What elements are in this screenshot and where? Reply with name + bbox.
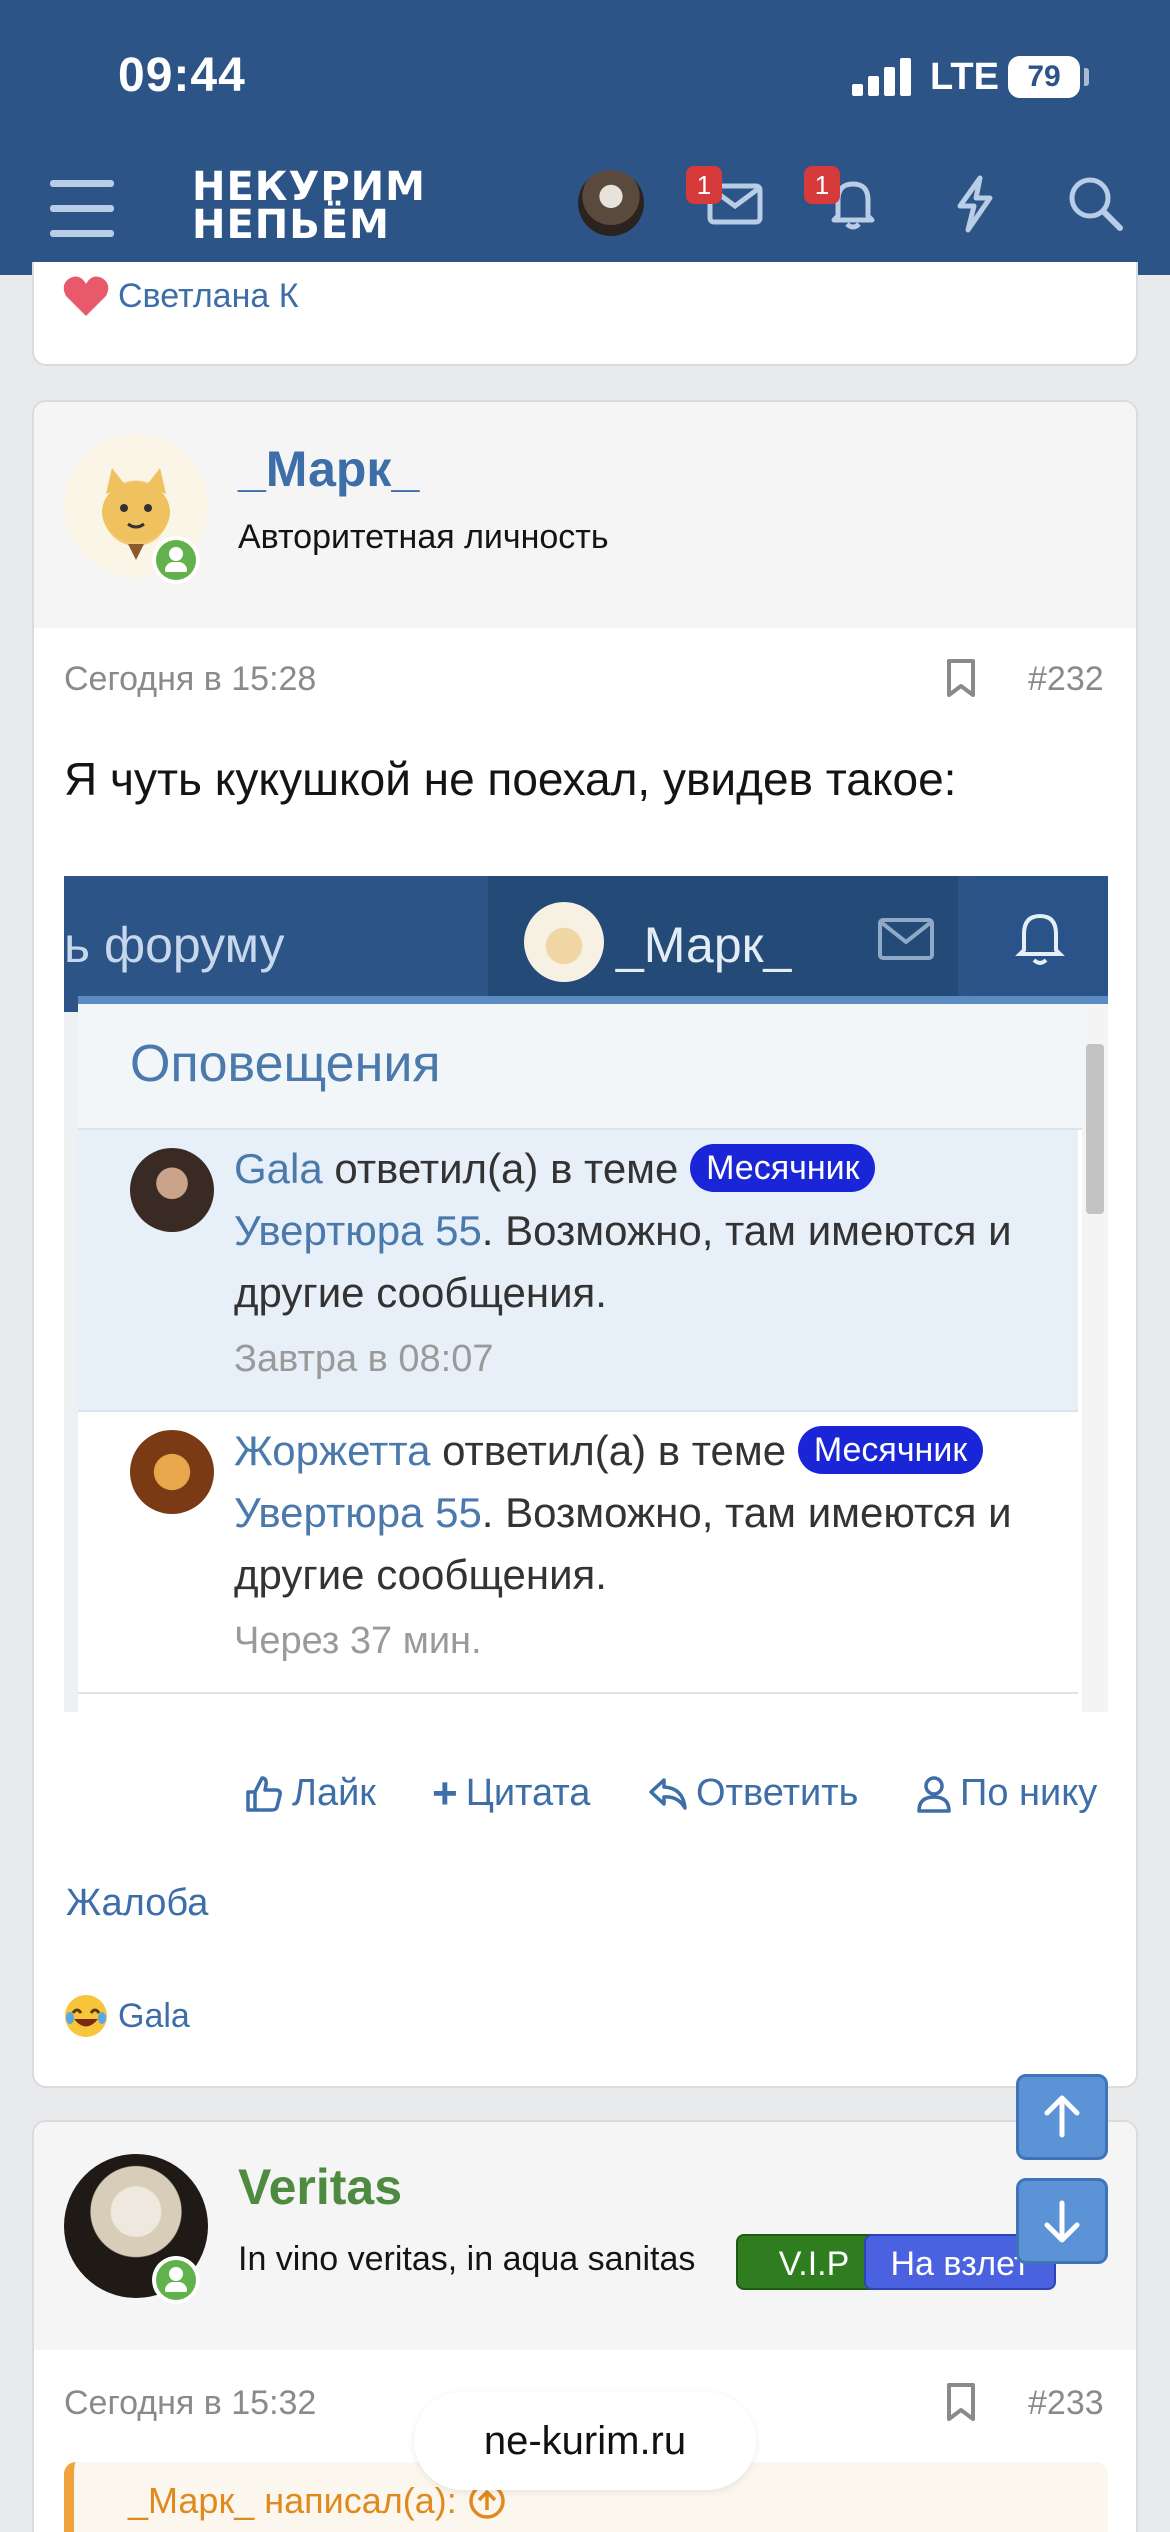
author-username[interactable]: Veritas: [238, 2158, 402, 2216]
bookmark-icon[interactable]: [944, 2382, 978, 2427]
site-logo[interactable]: НЕКУРИМ НЕПЬЁМ: [192, 164, 426, 248]
bookmark-icon[interactable]: [944, 658, 978, 703]
post-author-block: Veritas In vino veritas, in aqua sanitas…: [34, 2122, 1136, 2350]
user-avatar[interactable]: [578, 170, 644, 236]
screenshot-username: _Марк_: [616, 917, 792, 973]
post-date[interactable]: Сегодня в 15:28: [64, 660, 316, 699]
reaction-row: Светлана К: [62, 274, 299, 318]
network-type: LTE: [930, 56, 999, 98]
messages-badge: 1: [686, 166, 722, 204]
screenshot-notif-text: Gala ответил(а) в теме Месячник Увертюра …: [234, 1144, 1012, 1316]
bolt-icon[interactable]: [944, 172, 1006, 234]
screenshot-avatar: [524, 902, 604, 982]
user-icon: [917, 1775, 951, 1813]
author-title: In vino veritas, in aqua sanitas: [238, 2240, 696, 2278]
screenshot-notif-time: Через 37 мин.: [234, 1620, 482, 1662]
report-link[interactable]: Жалоба: [66, 1882, 208, 1925]
reply-label: Ответить: [696, 1772, 859, 1814]
screenshot-forum-text: ь форуму: [64, 917, 285, 973]
logo-line-1: НЕКУРИМ: [192, 164, 426, 210]
alerts-badge: 1: [804, 166, 840, 204]
screenshot-navbar: ь форуму _Марк_: [64, 876, 1108, 1012]
screenshot-notif-avatar: [130, 1430, 214, 1514]
screenshot-notif-avatar: [130, 1148, 214, 1232]
laugh-emoji-icon: [65, 1995, 107, 2037]
search-icon[interactable]: [1064, 172, 1126, 234]
post-number[interactable]: #233: [1028, 2384, 1104, 2423]
post-232: _Марк_ Авторитетная личность Сегодня в 1…: [32, 400, 1138, 2088]
like-label: Лайк: [292, 1772, 376, 1814]
plus-icon: +: [432, 1768, 458, 1818]
screenshot-envelope-icon: [876, 914, 936, 971]
thumbs-up-icon: [246, 1775, 282, 1812]
screenshot-notification: Gala ответил(а) в теме Месячник Увертюра …: [78, 1130, 1078, 1412]
signal-icon: [852, 58, 914, 96]
screenshot-notif-time: Завтра в 08:07: [234, 1338, 494, 1380]
online-status-icon: [152, 2256, 200, 2304]
author-title: Авторитетная личность: [238, 518, 609, 556]
battery-indicator: 79: [1008, 56, 1080, 98]
heart-icon: [63, 276, 109, 316]
reply-icon: [649, 1777, 687, 1810]
screenshot-bell-icon: [1010, 906, 1070, 975]
arrow-down-icon: [1044, 2200, 1080, 2243]
post-author-block: _Марк_ Авторитетная личность: [34, 402, 1136, 628]
scroll-top-button[interactable]: [1016, 2074, 1108, 2160]
app-header: 09:44 LTE 79 НЕКУРИМ НЕПЬЁМ 1 1: [0, 0, 1170, 275]
post-body-text: Я чуть кукушкой не поехал, увидев такое:: [64, 753, 957, 805]
arrow-up-icon: [1044, 2095, 1080, 2138]
mention-button[interactable]: По нику: [916, 1772, 1097, 1815]
post-number[interactable]: #232: [1028, 660, 1104, 699]
attached-screenshot[interactable]: ь форуму _Марк_ Оповещения Gala ответил(…: [64, 876, 1108, 1712]
reply-button[interactable]: Ответить: [648, 1772, 858, 1815]
quote-label: Цитата: [465, 1772, 591, 1814]
mention-label: По нику: [960, 1772, 1098, 1814]
post-date[interactable]: Сегодня в 15:32: [64, 2384, 316, 2423]
browser-url-bar[interactable]: ne-kurim.ru: [414, 2392, 756, 2490]
author-username[interactable]: _Марк_: [238, 440, 419, 498]
logo-line-2: НЕПЬЁМ: [192, 202, 390, 248]
screenshot-panel-title: Оповещения: [130, 1035, 441, 1093]
previous-post-footer: Светлана К: [32, 262, 1138, 366]
screenshot-notifications-panel: Оповещения Gala ответил(а) в теме Месячн…: [78, 996, 1108, 1712]
online-status-icon: [152, 536, 200, 584]
reaction-user-link[interactable]: Светлана К: [118, 277, 299, 316]
reaction-user-link[interactable]: Gala: [118, 1997, 190, 2036]
quote-button[interactable]: + Цитата: [432, 1768, 591, 1818]
reaction-row: Gala: [62, 1992, 190, 2040]
battery-tip: [1084, 68, 1089, 86]
like-button[interactable]: Лайк: [244, 1772, 376, 1815]
screenshot-scrollbar: [1082, 1004, 1108, 1712]
menu-icon[interactable]: [50, 180, 114, 238]
status-time: 09:44: [118, 49, 246, 102]
scroll-bottom-button[interactable]: [1016, 2178, 1108, 2264]
screenshot-notif-text: Жоржетта ответил(а) в теме Месячник Увер…: [234, 1426, 1012, 1598]
screenshot-notification: Жоржетта ответил(а) в теме Месячник Увер…: [78, 1412, 1078, 1694]
